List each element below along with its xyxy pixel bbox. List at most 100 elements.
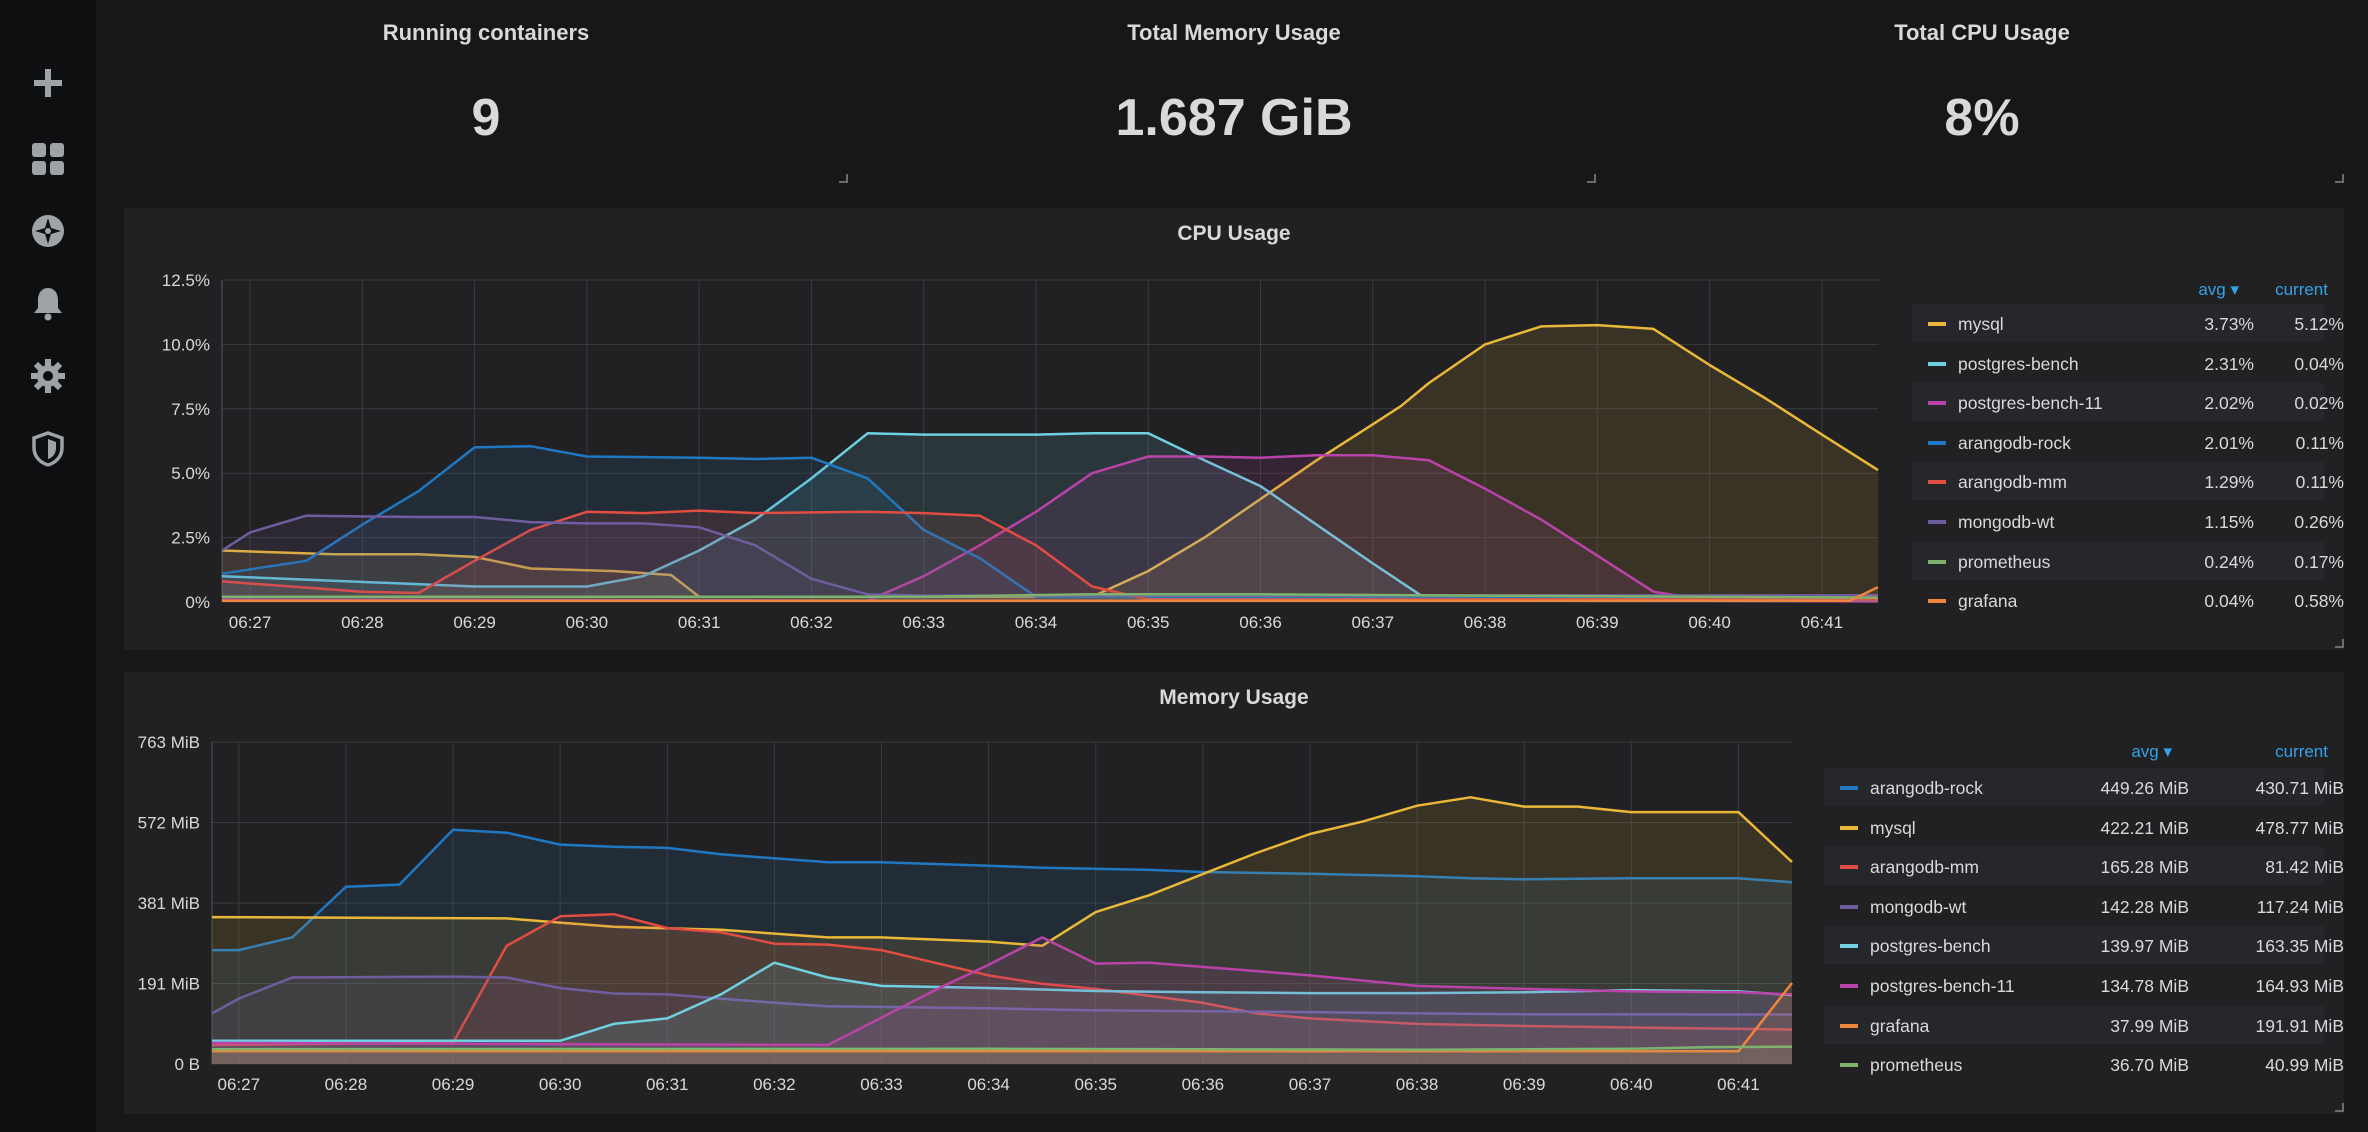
x-tick-label: 06:32 (790, 613, 833, 632)
stat-value: 1.687 GiB (1115, 89, 1353, 147)
legend-item-postgres-bench-11[interactable]: postgres-bench-11 134.78 MiB 164.93 MiB (1824, 966, 2344, 1004)
resize-handle[interactable] (2335, 1103, 2344, 1112)
resize-handle[interactable] (1587, 174, 1596, 183)
shield-icon[interactable] (28, 429, 68, 469)
legend-avg-value: 422.21 MiB (2100, 817, 2189, 838)
bell-icon[interactable] (28, 283, 68, 323)
legend-item-mysql[interactable]: mysql 3.73% 5.12% (1912, 304, 2344, 342)
legend-item-postgres-bench[interactable]: postgres-bench 2.31% 0.04% (1912, 344, 2344, 382)
legend-item-arangodb-mm[interactable]: arangodb-mm 1.29% 0.11% (1912, 462, 2344, 501)
legend-item-prometheus[interactable]: prometheus 0.24% 0.17% (1912, 541, 2344, 580)
legend-item-mongodb-wt[interactable]: mongodb-wt 1.15% 0.26% (1912, 502, 2344, 540)
y-tick-label: 763 MiB (138, 733, 200, 752)
legend-avg-header[interactable]: avg ▾ (2144, 280, 2239, 300)
x-tick-label: 06:39 (1576, 613, 1619, 632)
x-tick-label: 06:27 (218, 1075, 261, 1094)
legend-item-arangodb-rock[interactable]: arangodb-rock 449.26 MiB 430.71 MiB (1824, 768, 2344, 806)
legend-avg-value: 134.78 MiB (2100, 976, 2189, 996)
legend-item-arangodb-mm[interactable]: arangodb-mm 165.28 MiB 81.42 MiB (1824, 847, 2344, 886)
resize-handle[interactable] (839, 174, 848, 183)
stat-title: Total CPU Usage (1894, 20, 2070, 45)
legend-avg-value: 142.28 MiB (2100, 896, 2189, 917)
total-memory-stat: Total Memory Usage 1.687 GiB (872, 0, 1596, 184)
x-tick-label: 06:37 (1289, 1075, 1332, 1094)
legend-item-arangodb-rock[interactable]: arangodb-rock 2.01% 0.11% (1912, 423, 2344, 461)
sidebar (0, 0, 96, 1132)
y-tick-label: 10.0% (162, 335, 210, 354)
x-tick-label: 06:37 (1352, 613, 1395, 632)
cpu-usage-chart[interactable]: 0% 2.5% 5.0% 7.5% 10.0% 12.5% 06:27 06:28 06:29 0… (124, 208, 1884, 650)
legend-item-mysql[interactable]: mysql 422.21 MiB 478.77 MiB (1824, 808, 2344, 846)
x-tick-label: 06:39 (1503, 1075, 1546, 1094)
legend-series-name: prometheus (1870, 1055, 1963, 1076)
legend-current-header[interactable]: current (2194, 742, 2328, 762)
memory-usage-chart[interactable]: 0 B 191 MiB 381 MiB 572 MiB 763 MiB 06:27 06:2… (124, 672, 1824, 1114)
running-containers-stat: Running containers 9 (124, 0, 848, 184)
legend-swatch (1928, 361, 1946, 366)
x-tick-label: 06:40 (1688, 613, 1731, 632)
legend-series-name: mysql (1870, 817, 1916, 838)
legend-item-postgres-bench-11[interactable]: postgres-bench-11 2.02% 0.02% (1912, 383, 2344, 422)
dashboards-icon[interactable] (28, 139, 68, 179)
legend-item-grafana[interactable]: grafana 0.04% 0.58% (1912, 581, 2344, 619)
x-tick-label: 06:36 (1182, 1075, 1225, 1094)
x-tick-label: 06:41 (1717, 1075, 1760, 1094)
x-tick-label: 06:38 (1396, 1075, 1439, 1094)
legend-swatch (1928, 599, 1946, 604)
y-tick-label: 572 MiB (138, 814, 200, 833)
x-tick-label: 06:33 (860, 1075, 903, 1094)
legend-current-value: 0.26% (2294, 512, 2344, 532)
resize-handle[interactable] (2335, 174, 2344, 183)
plus-icon[interactable] (28, 63, 68, 103)
x-tick-label: 06:28 (341, 613, 384, 632)
legend-swatch (1840, 825, 1858, 830)
legend-item-mongodb-wt[interactable]: mongodb-wt 142.28 MiB 117.24 MiB (1824, 887, 2344, 925)
gear-icon[interactable] (28, 356, 68, 396)
x-tick-label: 06:40 (1610, 1075, 1653, 1094)
legend-item-postgres-bench[interactable]: postgres-bench 139.97 MiB 163.35 MiB (1824, 926, 2344, 965)
legend-swatch (1928, 440, 1946, 445)
legend-series-name: mongodb-wt (1870, 896, 1967, 917)
x-tick-label: 06:35 (1074, 1075, 1117, 1094)
y-tick-label: 0% (185, 593, 210, 612)
legend-swatch (1928, 401, 1946, 406)
legend-swatch (1840, 944, 1858, 949)
resize-handle[interactable] (2335, 639, 2344, 648)
legend-current-value: 0.04% (2294, 353, 2344, 374)
legend-series-name: arangodb-mm (1870, 857, 1979, 878)
x-tick-label: 06:31 (678, 613, 721, 632)
legend-item-grafana[interactable]: grafana 37.99 MiB 191.91 MiB (1824, 1005, 2344, 1044)
legend-current-value: 163.35 MiB (2255, 936, 2344, 957)
legend-swatch (1928, 559, 1946, 564)
legend-current-header[interactable]: current (2244, 280, 2328, 300)
legend-series-name: mysql (1958, 314, 2004, 334)
total-cpu-stat: Total CPU Usage 8% (1620, 0, 2344, 184)
x-tick-label: 06:28 (325, 1075, 368, 1094)
legend-swatch (1840, 1063, 1858, 1068)
legend-current-value: 0.58% (2294, 591, 2344, 612)
legend-swatch (1928, 322, 1946, 326)
legend-avg-header[interactable]: avg ▾ (2054, 742, 2172, 762)
legend-swatch (1840, 786, 1858, 790)
x-tick-label: 06:35 (1127, 613, 1170, 632)
compass-icon[interactable] (28, 211, 68, 251)
legend-series-name: postgres-bench-11 (1870, 976, 2015, 996)
legend-swatch (1840, 904, 1858, 909)
legend-current-value: 5.12% (2294, 314, 2344, 334)
y-tick-label: 7.5% (171, 400, 210, 419)
legend-series-name: prometheus (1958, 551, 2051, 572)
legend-current-value: 0.11% (2295, 432, 2344, 453)
legend-series-name: postgres-bench (1958, 353, 2079, 374)
stat-title: Total Memory Usage (1127, 20, 1341, 45)
x-tick-label: 06:32 (753, 1075, 796, 1094)
legend-series-name: arangodb-rock (1958, 432, 2071, 453)
legend-current-value: 117.24 MiB (2256, 896, 2344, 917)
legend-swatch (1928, 480, 1946, 485)
stat-value: 9 (471, 89, 501, 147)
legend-item-prometheus[interactable]: prometheus 36.70 MiB 40.99 MiB (1824, 1045, 2344, 1083)
x-tick-label: 06:29 (432, 1075, 475, 1094)
x-tick-label: 06:36 (1239, 613, 1282, 632)
y-tick-label: 2.5% (171, 529, 210, 548)
x-tick-label: 06:30 (566, 613, 609, 632)
legend-avg-value: 37.99 MiB (2110, 1015, 2189, 1036)
